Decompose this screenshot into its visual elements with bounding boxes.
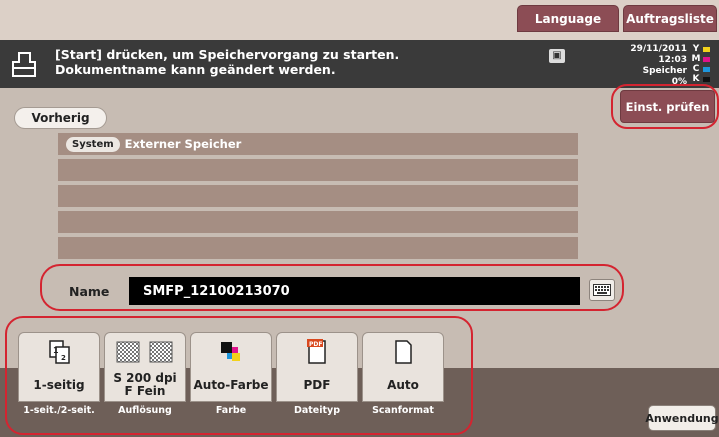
document-name-field[interactable]: SMFP_12100213070	[129, 277, 580, 305]
toner-y: Y	[691, 44, 719, 54]
storage-path-row: System Externer Speicher	[58, 133, 578, 155]
keyboard-button[interactable]	[589, 279, 615, 301]
toner-c: C	[691, 64, 719, 74]
date-time-display: 29/11/2011 12:03 Speicher 0%	[610, 44, 687, 88]
resolution-icon	[105, 337, 185, 367]
simplex-value: 1-seitig	[33, 377, 85, 392]
file-type-setting-button[interactable]: PDF PDF	[276, 332, 358, 402]
pdf-icon: PDF	[277, 337, 357, 367]
list-item[interactable]	[58, 185, 578, 207]
keyboard-icon	[593, 284, 611, 296]
scan-size-setting-button[interactable]: Auto	[362, 332, 444, 402]
file-type-value: PDF	[303, 377, 331, 392]
list-item[interactable]	[58, 237, 578, 259]
simplex-icon: 1 2	[19, 337, 99, 367]
color-value: Auto-Farbe	[193, 377, 269, 392]
file-type-caption: Dateityp	[293, 405, 341, 416]
date-text: 29/11/2011	[630, 44, 687, 54]
svg-text:PDF: PDF	[309, 341, 322, 348]
simplex-caption: 1-seit./2-seit.	[23, 405, 95, 416]
toner-m: M	[691, 54, 719, 64]
scan-size-value: Auto	[387, 377, 419, 392]
page-size-icon	[363, 337, 443, 367]
storage-path-label: Externer Speicher	[124, 137, 242, 151]
memory-label: Speicher	[642, 66, 687, 76]
resolution-caption: Auflösung	[118, 405, 172, 416]
system-chip[interactable]: System	[66, 136, 120, 152]
toner-levels: Y M C K	[691, 44, 719, 84]
language-button[interactable]: Language	[517, 5, 619, 32]
list-item[interactable]	[58, 211, 578, 233]
message-bar: [Start] drücken, um Speichervorgang zu s…	[0, 40, 719, 88]
color-caption: Farbe	[215, 405, 247, 416]
toner-k: K	[691, 74, 719, 84]
svg-text:1: 1	[53, 346, 59, 355]
resolution-setting-button[interactable]: S 200 dpi F Fein	[104, 332, 186, 402]
usb-memory-icon: ▣	[549, 49, 565, 63]
time-text: 12:03	[658, 55, 687, 65]
back-button[interactable]: Vorherig	[14, 107, 107, 129]
name-label: Name	[57, 277, 129, 305]
job-list-button[interactable]: Auftragsliste	[623, 5, 717, 32]
resolution-value: S 200 dpi F Fein	[113, 371, 177, 398]
svg-text:2: 2	[61, 354, 66, 362]
check-settings-button[interactable]: Einst. prüfen	[620, 90, 715, 123]
apply-button[interactable]: Anwendung	[645, 405, 719, 431]
status-message: [Start] drücken, um Speichervorgang zu s…	[55, 47, 400, 77]
color-icon	[191, 337, 271, 367]
scan-size-caption: Scanformat	[372, 405, 434, 416]
printer-icon	[12, 52, 36, 77]
list-item[interactable]	[58, 159, 578, 181]
color-setting-button[interactable]: Auto-Farbe	[190, 332, 272, 402]
simplex-setting-button[interactable]: 1 2 1-seitig	[18, 332, 100, 402]
